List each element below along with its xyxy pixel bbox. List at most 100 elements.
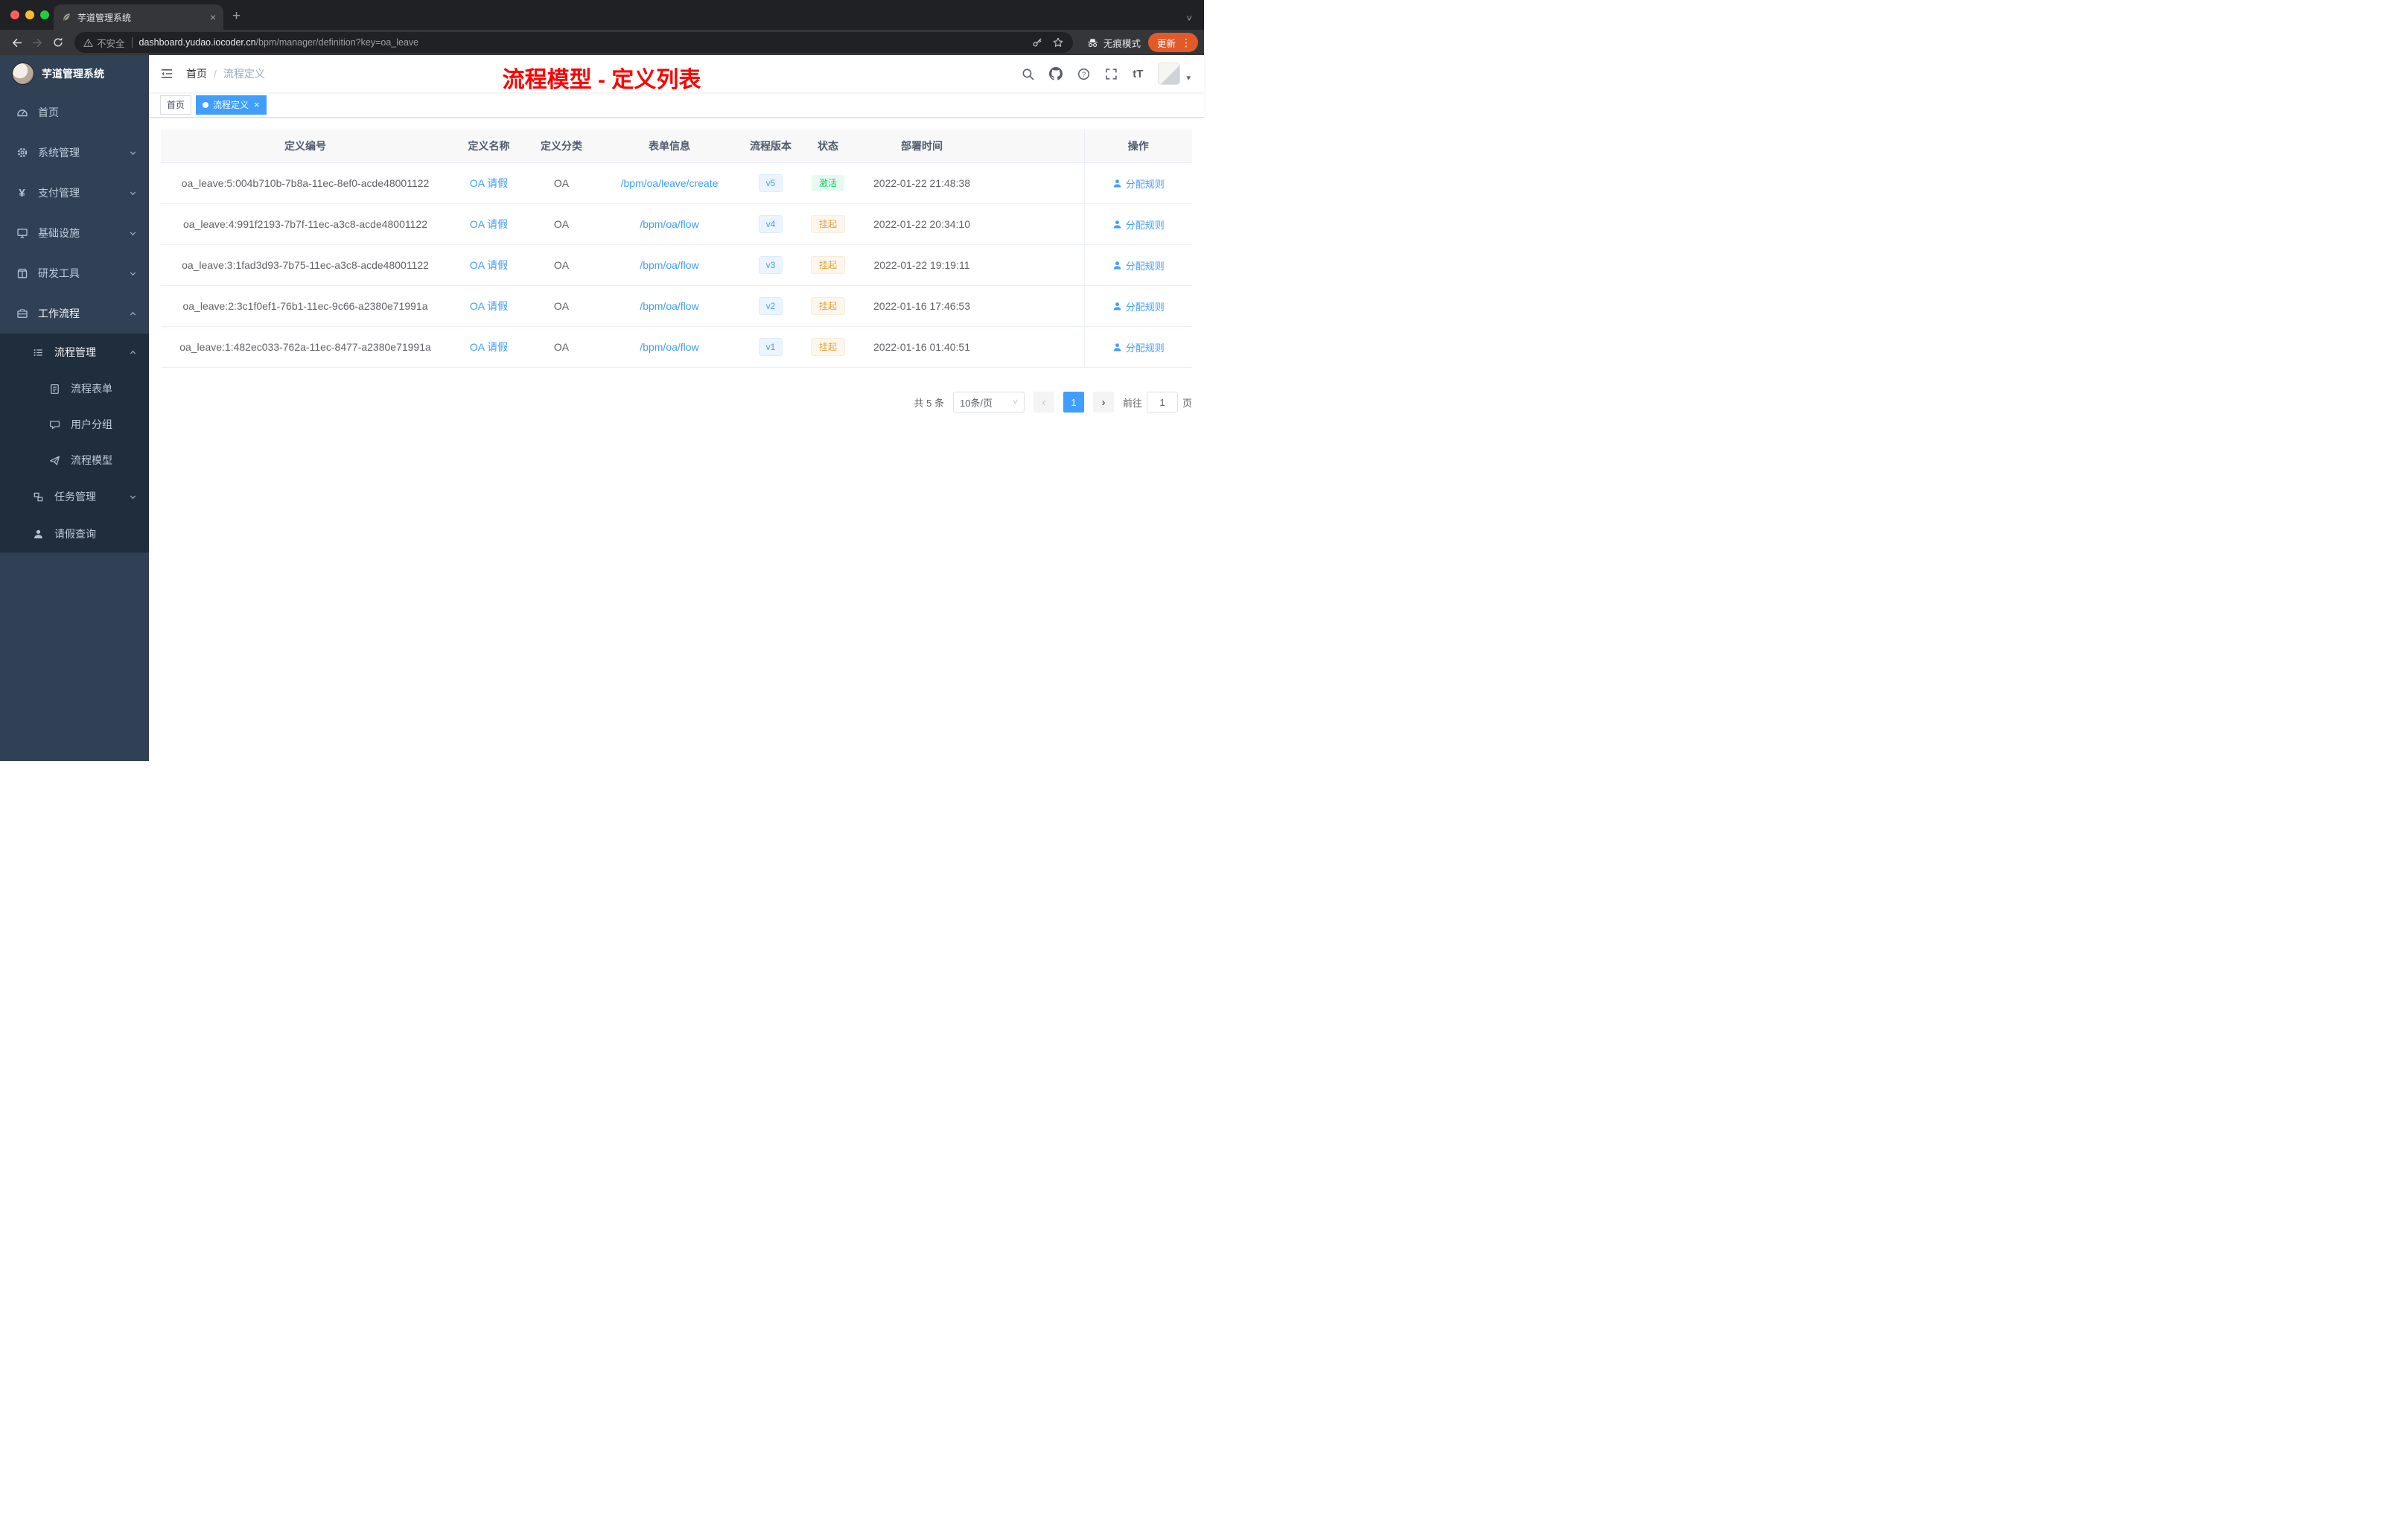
user-icon — [1113, 261, 1121, 270]
assign-rule-link[interactable]: 分配规则 — [1112, 176, 1165, 191]
sidebar-item-system[interactable]: 系统管理 — [0, 133, 149, 173]
user-icon — [1113, 220, 1121, 229]
sidebar-item-workflow[interactable]: 工作流程 — [0, 293, 149, 334]
version-badge: v2 — [758, 297, 783, 315]
sidebar-item-devtools[interactable]: 研发工具 — [0, 253, 149, 293]
incognito-spy-icon — [1086, 36, 1099, 49]
form-link[interactable]: /bpm/oa/flow — [640, 300, 698, 312]
form-link[interactable]: /bpm/oa/flow — [640, 341, 698, 353]
definition-name-link[interactable]: OA 请假 — [470, 259, 508, 271]
traffic-light-zoom[interactable] — [40, 10, 49, 19]
breadcrumb-home[interactable]: 首页 — [186, 66, 207, 81]
avatar-caret-down-icon[interactable]: ▾ — [1186, 73, 1191, 83]
password-key-icon[interactable] — [1031, 36, 1043, 48]
svg-text:?: ? — [1082, 70, 1086, 78]
definition-id: oa_leave:5:004b710b-7b8a-11ec-8ef0-acde4… — [161, 162, 450, 204]
definition-name-link[interactable]: OA 请假 — [470, 341, 508, 353]
chevron-down-icon — [129, 229, 137, 238]
tag-process-definition[interactable]: 流程定义 × — [196, 95, 267, 115]
col-deploy-time: 部署时间 — [859, 130, 985, 163]
sidebar-item-task-management[interactable]: 任务管理 — [0, 478, 149, 515]
page-number-button[interactable]: 1 — [1063, 392, 1084, 413]
col-form-info: 表单信息 — [595, 130, 744, 163]
github-icon[interactable] — [1049, 67, 1063, 80]
definition-name-link[interactable]: OA 请假 — [470, 300, 508, 312]
font-size-icon[interactable]: tT — [1133, 68, 1143, 80]
form-link[interactable]: /bpm/oa/leave/create — [621, 177, 719, 189]
bookmark-star-icon[interactable] — [1052, 36, 1064, 48]
update-label: 更新 — [1156, 38, 1176, 49]
deploy-time: 2022-01-22 21:48:38 — [859, 162, 985, 204]
update-button[interactable]: 更新 ⋮ — [1147, 33, 1198, 52]
user-icon — [1113, 179, 1121, 188]
definition-name-link[interactable]: OA 请假 — [470, 177, 508, 189]
status-badge: 激活 — [811, 174, 844, 192]
pagination: 共 5 条 10条/页 ˅ ‹ 1 › 前往 页 — [161, 392, 1192, 413]
sidebar-item-leave-query[interactable]: 请假查询 — [0, 515, 149, 553]
sidebar-item-infrastructure[interactable]: 基础设施 — [0, 213, 149, 253]
url-text: dashboard.yudao.iocoder.cn/bpm/manager/d… — [139, 37, 419, 48]
address-bar[interactable]: 不安全 dashboard.yudao.iocoder.cn/bpm/manag… — [74, 32, 1073, 53]
top-navbar: 首页 / 流程定义 流程模型 - 定义列表 ? tT ▾ — [149, 55, 1204, 92]
toolbox-icon — [16, 267, 28, 279]
security-chip[interactable]: 不安全 — [83, 36, 125, 50]
monitor-icon — [16, 227, 28, 239]
site-favicon-leaf-icon — [61, 12, 71, 22]
sidebar-item-process-management[interactable]: 流程管理 — [0, 334, 149, 371]
tab-strip: 芋道管理系统 × + ˅ — [0, 0, 1204, 30]
total-count: 共 5 条 — [914, 397, 944, 409]
chevron-up-icon — [129, 348, 137, 357]
assign-rule-link[interactable]: 分配规则 — [1112, 217, 1165, 232]
browser-menu-kebab-icon[interactable]: ⋮ — [1181, 36, 1191, 49]
deploy-time: 2022-01-22 19:19:11 — [859, 244, 985, 286]
definition-category: OA — [528, 285, 595, 327]
paper-plane-icon — [48, 455, 61, 466]
back-button[interactable] — [6, 32, 27, 53]
browser-tab[interactable]: 芋道管理系统 × — [54, 4, 223, 30]
hamburger-button[interactable] — [160, 67, 173, 80]
tab-search-chevron-icon[interactable]: ˅ — [1186, 13, 1192, 24]
form-link[interactable]: /bpm/oa/flow — [640, 218, 698, 230]
assign-rule-link[interactable]: 分配规则 — [1112, 299, 1165, 313]
sidebar-item-process-model[interactable]: 流程模型 — [0, 442, 149, 478]
forward-button[interactable] — [27, 32, 48, 53]
tag-home[interactable]: 首页 — [160, 95, 192, 115]
col-filler — [985, 130, 1084, 163]
sidebar-logo[interactable]: 芋道管理系统 — [0, 55, 149, 92]
table-row: oa_leave:1:482ec033-762a-11ec-8477-a2380… — [161, 326, 1192, 368]
status-badge: 挂起 — [810, 337, 845, 357]
assign-rule-link[interactable]: 分配规则 — [1112, 258, 1165, 273]
definition-table: 定义编号 定义名称 定义分类 表单信息 流程版本 状态 部署时间 操作 oa_l… — [161, 130, 1192, 368]
sidebar-item-home[interactable]: 首页 — [0, 92, 149, 133]
reload-button[interactable] — [48, 32, 69, 53]
tab-close-icon[interactable]: × — [210, 11, 216, 23]
sidebar-item-process-form[interactable]: 流程表单 — [0, 371, 149, 407]
sidebar-item-payment[interactable]: ¥ 支付管理 — [0, 173, 149, 213]
next-page-button[interactable]: › — [1092, 392, 1114, 413]
logo-title: 芋道管理系统 — [42, 68, 104, 80]
chevron-down-icon: ˅ — [1012, 397, 1018, 407]
version-badge: v5 — [758, 174, 783, 192]
chevron-up-icon — [129, 310, 137, 318]
table-row: oa_leave:3:1fad3d93-7b75-11ec-a3c8-acde4… — [161, 244, 1192, 286]
assign-rule-link[interactable]: 分配规则 — [1112, 340, 1165, 354]
help-icon[interactable]: ? — [1077, 68, 1090, 80]
page-size-select[interactable]: 10条/页 ˅ — [952, 392, 1025, 413]
version-badge: v3 — [758, 256, 783, 274]
search-icon[interactable] — [1022, 68, 1034, 80]
prev-page-button[interactable]: ‹ — [1033, 392, 1054, 413]
definition-name-link[interactable]: OA 请假 — [470, 218, 508, 230]
browser-toolbar: 不安全 dashboard.yudao.iocoder.cn/bpm/manag… — [0, 30, 1204, 55]
tag-close-icon[interactable]: × — [254, 100, 260, 109]
traffic-light-minimize[interactable] — [25, 10, 34, 19]
sidebar-item-user-group[interactable]: 用户分组 — [0, 407, 149, 442]
form-link[interactable]: /bpm/oa/flow — [640, 259, 698, 271]
traffic-light-close[interactable] — [10, 10, 19, 19]
col-process-version: 流程版本 — [744, 130, 797, 163]
fullscreen-icon[interactable] — [1105, 68, 1118, 80]
list-icon — [32, 347, 45, 358]
goto-page-input[interactable] — [1146, 392, 1178, 413]
user-avatar[interactable] — [1158, 63, 1181, 85]
new-tab-button[interactable]: + — [232, 8, 241, 25]
col-actions: 操作 — [1083, 130, 1192, 163]
